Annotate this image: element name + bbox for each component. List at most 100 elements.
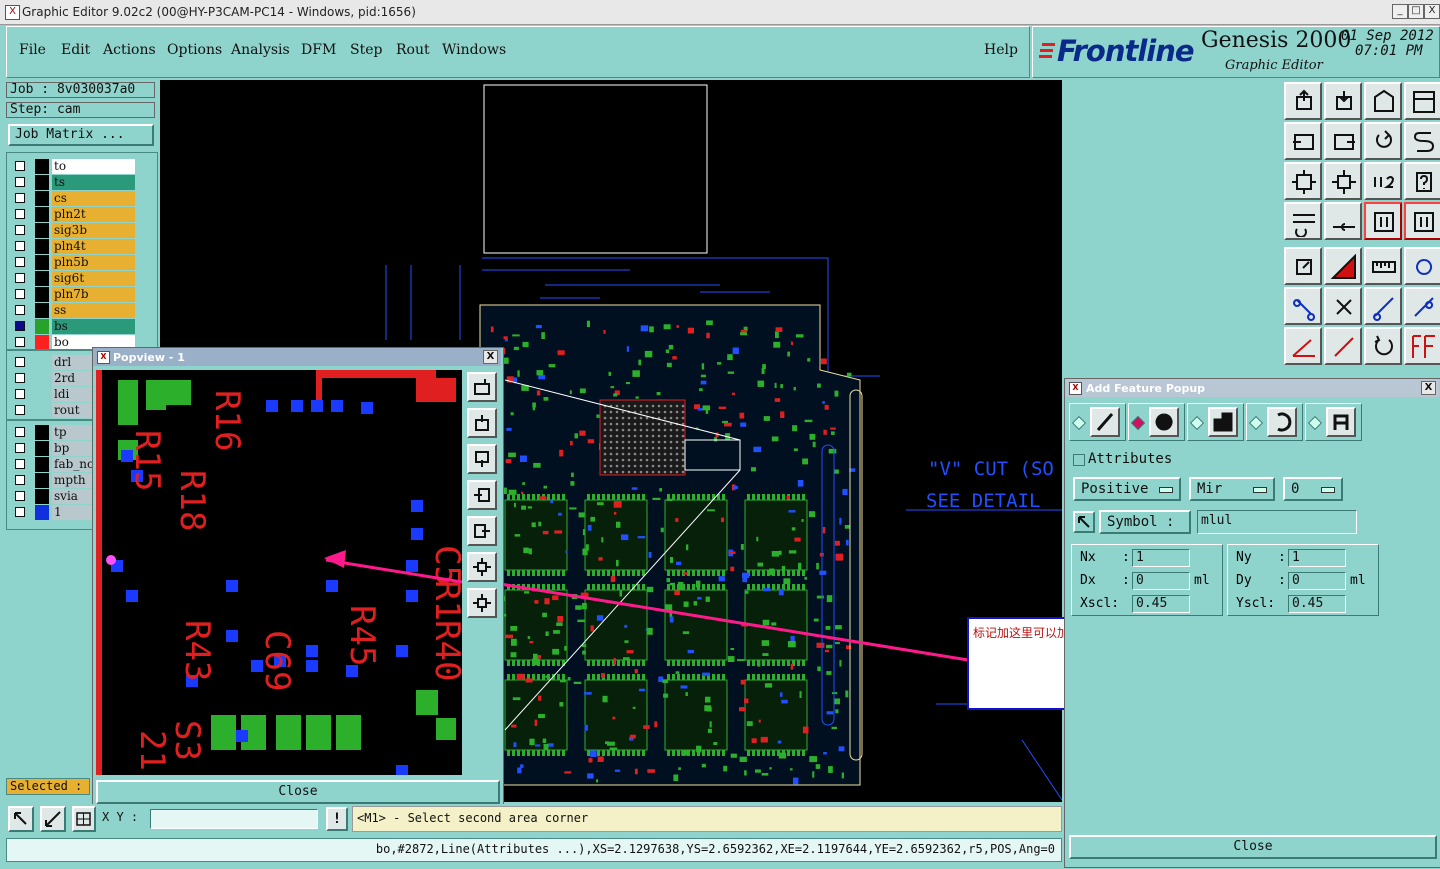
layer-checkbox[interactable]: [15, 225, 25, 235]
popview-canvas[interactable]: R16 R15 R18 R43 C69 R45 C5 R1 R40 S3 21: [96, 370, 462, 775]
layer-color-swatch[interactable]: [35, 441, 49, 456]
pad-feature-toggle[interactable]: [1128, 403, 1185, 441]
ruler-tool-button[interactable]: [1364, 247, 1402, 285]
menu-help[interactable]: Help: [984, 42, 1018, 58]
layer-color-swatch[interactable]: [35, 223, 49, 238]
line-feature-toggle[interactable]: [1069, 403, 1126, 441]
layer-color-swatch[interactable]: [35, 403, 49, 418]
layer-color-swatch[interactable]: [35, 271, 49, 286]
save-tool-button[interactable]: [1324, 82, 1362, 120]
layer-checkbox[interactable]: [15, 321, 25, 331]
minimize-button[interactable]: _: [1392, 4, 1408, 19]
polarity-select[interactable]: Positive: [1073, 477, 1181, 501]
move-right-button[interactable]: [467, 516, 497, 546]
attributes-checkbox[interactable]: [1073, 454, 1085, 466]
layer-checkbox[interactable]: [15, 507, 25, 517]
layers-red2-tool-button[interactable]: [1404, 202, 1440, 240]
add-feature-close-button[interactable]: Close: [1069, 835, 1437, 859]
slope-tool-button[interactable]: [1324, 247, 1362, 285]
zoom-all-tool-button[interactable]: [1324, 162, 1362, 200]
pad-feature-button[interactable]: [1149, 407, 1179, 437]
xy-input[interactable]: [150, 809, 318, 829]
measure-button[interactable]: [40, 806, 66, 832]
layer-name[interactable]: ss: [52, 303, 135, 318]
layer-color-swatch[interactable]: [35, 335, 49, 350]
menu-edit[interactable]: Edit: [61, 42, 90, 58]
layer-color-swatch[interactable]: [35, 191, 49, 206]
menu-analysis[interactable]: Analysis: [231, 42, 290, 58]
layer-color-swatch[interactable]: [35, 159, 49, 174]
home-tool-button[interactable]: [1364, 82, 1402, 120]
symbol-pick-button[interactable]: [1073, 511, 1095, 533]
menu-step[interactable]: Step: [350, 42, 382, 58]
layer-checkbox[interactable]: [15, 209, 25, 219]
menu-file[interactable]: File: [19, 42, 46, 58]
layer-checkbox[interactable]: [15, 161, 25, 171]
move-right-tool-button[interactable]: [1324, 122, 1362, 160]
layer-checkbox[interactable]: [15, 305, 25, 315]
layer-checkbox[interactable]: [15, 273, 25, 283]
dy-input[interactable]: 0: [1288, 572, 1346, 590]
layer-checkbox[interactable]: [15, 373, 25, 383]
layer-color-swatch[interactable]: [35, 319, 49, 334]
arc-feature-button[interactable]: [1267, 407, 1297, 437]
layer-color-swatch[interactable]: [35, 505, 49, 520]
rotate-tool-button[interactable]: [1364, 122, 1402, 160]
pan-button[interactable]: [467, 588, 497, 618]
text-feature-button[interactable]: [1326, 407, 1356, 437]
layer-color-swatch[interactable]: [35, 303, 49, 318]
layer-name[interactable]: to: [52, 159, 135, 174]
layer-color-swatch[interactable]: [35, 489, 49, 504]
menu-options[interactable]: Options: [167, 42, 222, 58]
layer-checkbox[interactable]: [15, 491, 25, 501]
surface-feature-toggle[interactable]: [1187, 403, 1244, 441]
ny-input[interactable]: 1: [1288, 549, 1346, 567]
layer-color-swatch[interactable]: [35, 473, 49, 488]
symbol-input[interactable]: mlul: [1197, 510, 1357, 534]
layer-checkbox[interactable]: [15, 475, 25, 485]
layer-checkbox[interactable]: [15, 337, 25, 347]
nx-input[interactable]: 1: [1132, 549, 1190, 567]
connect-tool-button[interactable]: [1284, 287, 1322, 325]
mirror-select[interactable]: Mir: [1189, 477, 1275, 501]
text-feature-toggle[interactable]: [1305, 403, 1362, 441]
s-curve-tool-button[interactable]: [1404, 122, 1440, 160]
job-matrix-button[interactable]: Job Matrix ...: [8, 124, 154, 146]
layer-checkbox[interactable]: [15, 257, 25, 267]
snap-button[interactable]: [8, 806, 34, 832]
layer-color-swatch[interactable]: [35, 387, 49, 402]
move-left-button[interactable]: [467, 480, 497, 510]
layer-color-swatch[interactable]: [35, 371, 49, 386]
info-button[interactable]: !: [326, 807, 348, 831]
layer-name[interactable]: cs: [52, 191, 135, 206]
layer-name[interactable]: pln4t: [52, 239, 135, 254]
popview-close-button[interactable]: Close: [96, 780, 500, 804]
layer-checkbox[interactable]: [15, 177, 25, 187]
layer-color-swatch[interactable]: [35, 287, 49, 302]
angle-tool-button[interactable]: [1284, 327, 1322, 365]
layer-color-swatch[interactable]: [35, 175, 49, 190]
undo-arc-tool-button[interactable]: [1364, 327, 1402, 365]
symbol-button[interactable]: Symbol :: [1099, 510, 1191, 534]
angle-select[interactable]: 0: [1283, 477, 1343, 501]
cross-tool-button[interactable]: [1324, 287, 1362, 325]
fit-button[interactable]: [467, 552, 497, 582]
layer-name[interactable]: bs: [52, 319, 135, 334]
scale-tool-button[interactable]: [1364, 162, 1402, 200]
arc-feature-toggle[interactable]: [1246, 403, 1303, 441]
line-tool-button[interactable]: [1324, 327, 1362, 365]
probe-tool-button[interactable]: [1324, 202, 1362, 240]
surface-feature-button[interactable]: [1208, 407, 1238, 437]
move-down-button[interactable]: [467, 444, 497, 474]
layer-checkbox[interactable]: [15, 427, 25, 437]
node-tool-button[interactable]: [1404, 287, 1440, 325]
popview-close-icon[interactable]: X: [483, 350, 498, 364]
menu-rout[interactable]: Rout: [396, 42, 430, 58]
xscl-input[interactable]: 0.45: [1132, 595, 1190, 613]
menu-dfm[interactable]: DFM: [301, 42, 336, 58]
move-up-button[interactable]: [467, 408, 497, 438]
layer-checkbox[interactable]: [15, 405, 25, 415]
grid-button[interactable]: [72, 806, 96, 832]
layer-name[interactable]: sig3b: [52, 223, 135, 238]
config-tool-button[interactable]: [1284, 202, 1322, 240]
